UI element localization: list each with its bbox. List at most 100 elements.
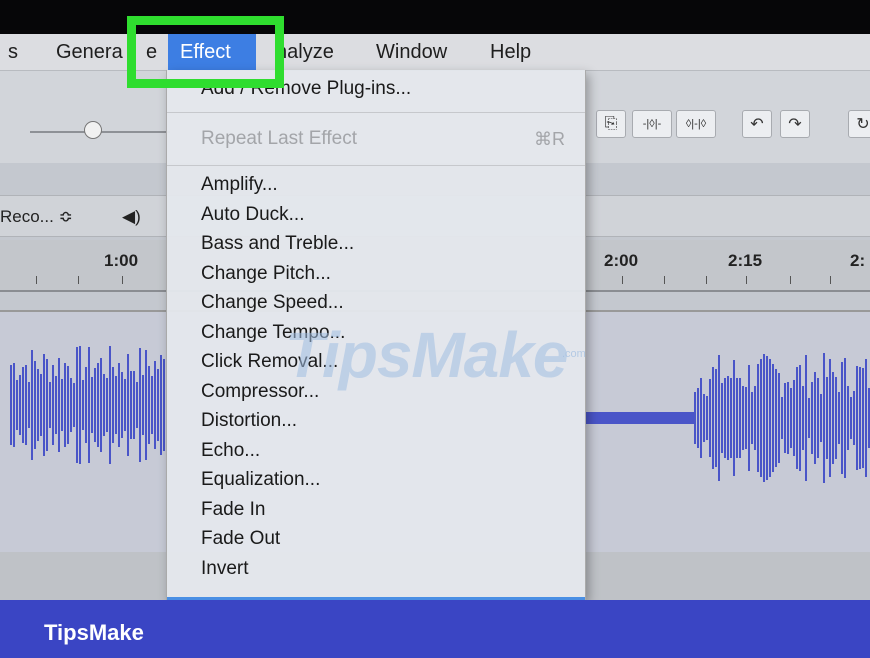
- waveform-bar: [703, 393, 705, 443]
- waveform-bar: [142, 375, 144, 435]
- highlight-box: [127, 16, 284, 88]
- waveform-bar: [154, 360, 156, 450]
- waveform-bar: [97, 362, 99, 447]
- waveform-bar: [760, 359, 762, 477]
- waveform-bar: [862, 368, 864, 468]
- waveform-bar: [748, 364, 750, 472]
- waveform-bar: [763, 354, 765, 482]
- waveform-bar: [34, 361, 36, 449]
- waveform-bar: [700, 377, 702, 459]
- waveform-bar: [112, 367, 114, 443]
- menu-effect-item[interactable]: Fade In: [201, 499, 265, 521]
- undo-button[interactable]: ↶: [742, 110, 772, 138]
- ruler-tick: [78, 276, 79, 284]
- waveform-bar: [55, 375, 57, 435]
- waveform-bar: [121, 371, 123, 439]
- menu-item-help[interactable]: Help: [490, 41, 531, 64]
- ruler-tick: [122, 276, 123, 284]
- waveform-bar: [28, 381, 30, 429]
- waveform-bar: [100, 358, 102, 452]
- trim-button[interactable]: -|◊|-: [632, 110, 672, 138]
- menu-repeat-last-effect[interactable]: Repeat Last Effect: [201, 128, 357, 150]
- waveform-bar: [130, 370, 132, 440]
- waveform-bar: [775, 369, 777, 467]
- waveform-bar: [10, 365, 12, 445]
- waveform-bar: [13, 362, 15, 448]
- waveform-bar: [796, 367, 798, 469]
- menu-effect-item[interactable]: Distortion...: [201, 410, 297, 432]
- waveform-bar: [22, 367, 24, 443]
- waveform-bar: [106, 378, 108, 432]
- waveform-bar: [118, 363, 120, 447]
- ruler-label-2-00: 2:00: [604, 251, 639, 270]
- waveform-bar: [820, 393, 822, 443]
- waveform-bar: [73, 382, 75, 427]
- menu-item-analyze[interactable]: nalyze: [276, 41, 334, 64]
- waveform-bar: [19, 375, 21, 435]
- waveform-bar: [727, 375, 729, 461]
- menu-effect-item[interactable]: Amplify...: [201, 174, 278, 196]
- app-screenshot: s Genera e nalyze Window Help Effect ⎘ -…: [0, 0, 870, 600]
- waveform-bar: [751, 392, 753, 444]
- waveform-bar: [64, 362, 66, 448]
- waveform-bar: [148, 366, 150, 444]
- menu-effect-item[interactable]: Equalization...: [201, 469, 320, 491]
- waveform-bar: [736, 377, 738, 459]
- waveform-bar: [832, 371, 834, 465]
- waveform-bar: [88, 346, 90, 464]
- sync-lock-button[interactable]: ↻: [848, 110, 870, 138]
- waveform-bar: [82, 380, 84, 430]
- silence-button[interactable]: ◊|-|◊: [676, 110, 716, 138]
- waveform-bar: [127, 354, 129, 456]
- waveform-bar: [109, 345, 111, 465]
- menu-effect-item[interactable]: Change Pitch...: [201, 263, 331, 285]
- waveform-bar: [781, 396, 783, 440]
- waveform-bar: [145, 349, 147, 461]
- waveform-bar: [793, 380, 795, 456]
- waveform-bar: [787, 381, 789, 455]
- waveform-bar: [826, 377, 828, 459]
- waveform-bar: [766, 356, 768, 480]
- waveform-bar: [841, 362, 843, 474]
- waveform-bar: [772, 364, 774, 472]
- recording-channels-select[interactable]: Reco... ≎: [0, 207, 73, 227]
- waveform-bar: [49, 381, 51, 429]
- waveform-bar: [706, 395, 708, 441]
- waveform-bar: [757, 363, 759, 473]
- ruler-tick: [746, 276, 747, 284]
- menu-effect-item[interactable]: Echo...: [201, 440, 260, 462]
- ruler-tick: [830, 276, 831, 284]
- menu-item-partial-s[interactable]: s: [8, 41, 18, 64]
- undo-icon: ↶: [750, 116, 764, 133]
- waveform-bar: [739, 378, 741, 458]
- menu-item-window[interactable]: Window: [376, 41, 447, 64]
- waveform-bar: [856, 366, 858, 470]
- waveform-bar: [814, 371, 816, 465]
- waveform-bar: [847, 386, 849, 450]
- redo-button[interactable]: ↷: [780, 110, 810, 138]
- ruler-label-2-15: 2:15: [728, 251, 763, 270]
- menu-item-generate[interactable]: Genera: [56, 41, 123, 64]
- waveform-bar: [79, 346, 81, 464]
- menu-effect-item[interactable]: Auto Duck...: [201, 204, 305, 226]
- waveform-bar: [835, 376, 837, 460]
- volume-slider-knob[interactable]: [84, 121, 102, 139]
- menu-effect-item[interactable]: Bass and Treble...: [201, 233, 354, 255]
- menu-effect-item[interactable]: Fade Out: [201, 528, 280, 550]
- waveform-bar: [70, 377, 72, 433]
- waveform-bar: [799, 364, 801, 472]
- ruler-tick: [664, 276, 665, 284]
- waveform-bar: [37, 368, 39, 442]
- waveform-bar: [94, 368, 96, 442]
- waveform-bar: [133, 370, 135, 439]
- menu-effect-item[interactable]: Invert: [201, 558, 249, 580]
- waveform-quiet: [584, 412, 694, 424]
- waveform-bar: [742, 386, 744, 450]
- waveform-bar: [124, 378, 126, 432]
- waveform-bar: [802, 385, 804, 450]
- menu-effect-item[interactable]: Change Speed...: [201, 292, 344, 314]
- waveform-bar: [163, 358, 165, 452]
- waveform-bar: [91, 377, 93, 433]
- paste-button[interactable]: ⎘: [596, 110, 626, 138]
- waveform-bar: [754, 385, 756, 451]
